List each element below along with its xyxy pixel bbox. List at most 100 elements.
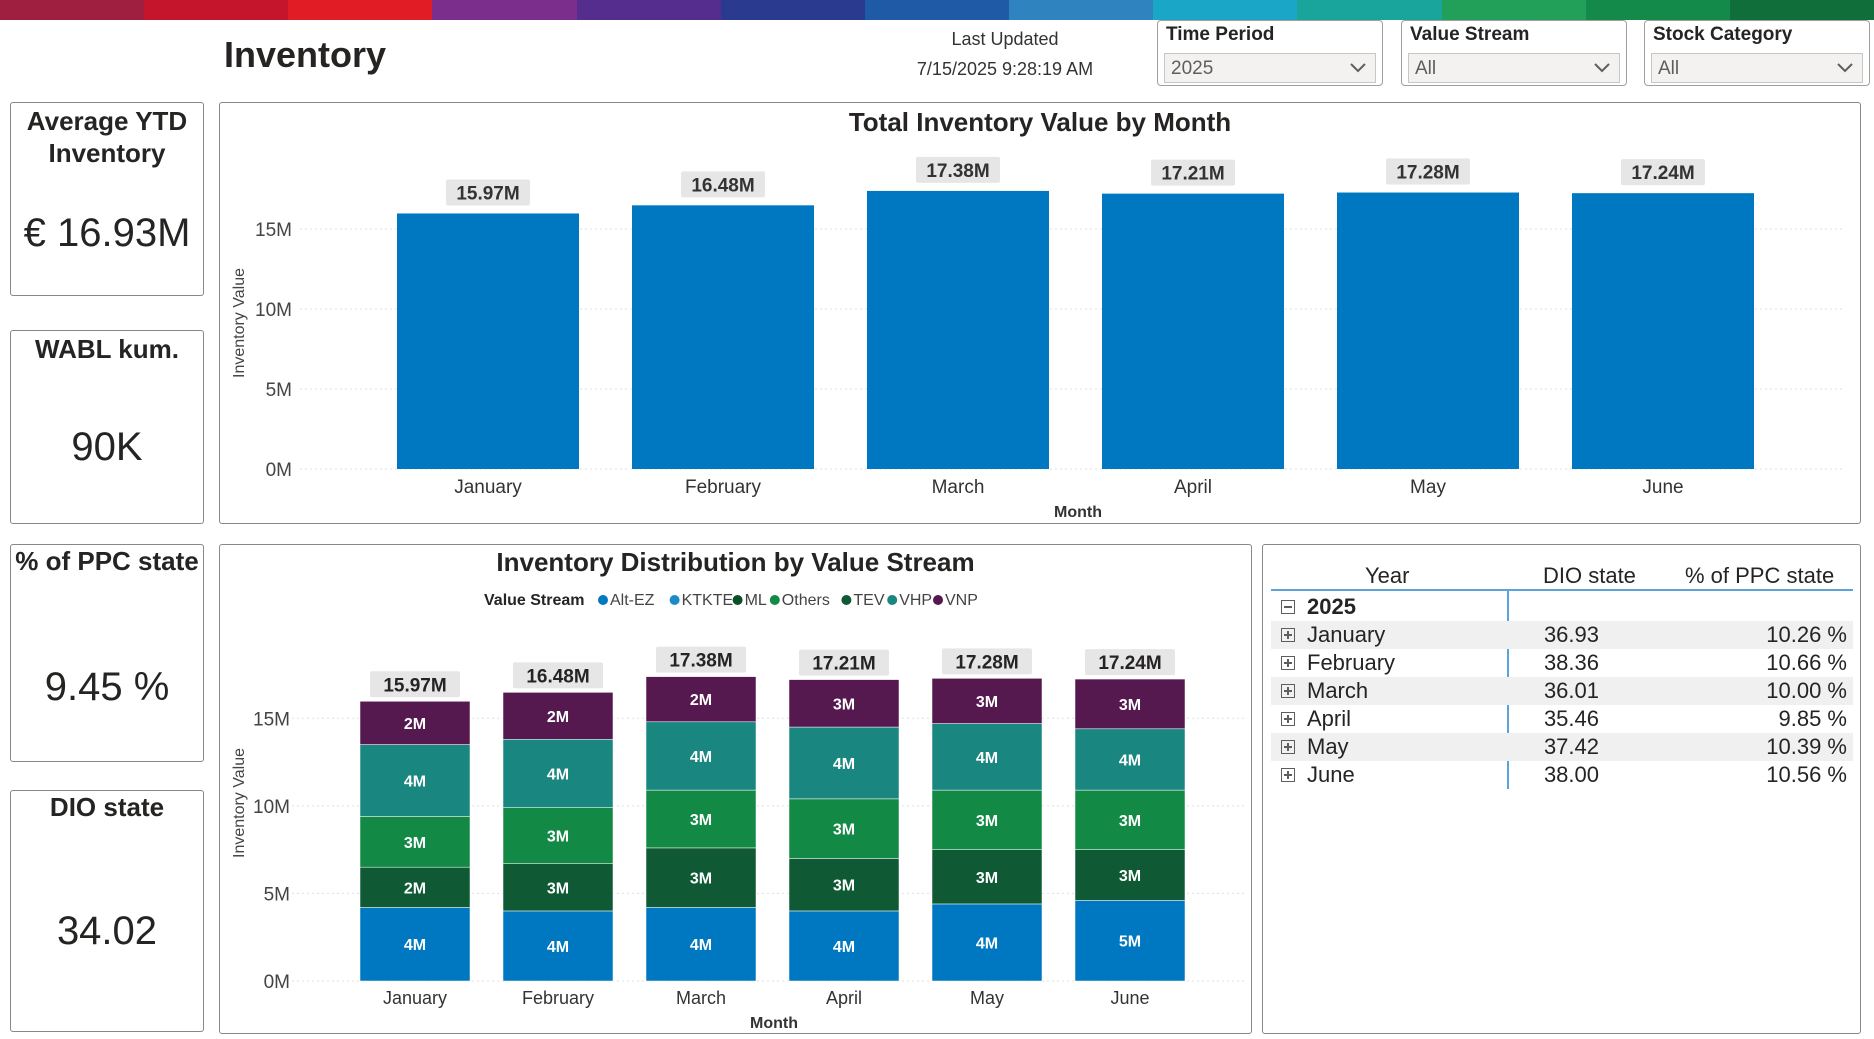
ppc-value: 10.66 %	[1766, 650, 1847, 675]
month-label: April	[1307, 706, 1352, 731]
matrix-dio-ppc[interactable]: Year DIO state % of PPC state 2025 Janua…	[1262, 544, 1861, 1034]
segment-label: 3M	[1119, 813, 1141, 830]
brand-bar-segment	[432, 0, 577, 20]
legend-marker	[933, 595, 943, 605]
slicer-value-stream[interactable]: Value Stream All	[1401, 20, 1627, 86]
brand-bar-segment	[1585, 0, 1730, 20]
segment-label: 3M	[547, 829, 569, 846]
kpi-card-ppc-state[interactable]: % of PPC state 9.45 %	[10, 544, 204, 762]
x-tick-label: January	[454, 477, 522, 498]
kpi-value: 9.45 %	[44, 665, 170, 709]
total-label: 15.97M	[383, 675, 446, 696]
bar-chart: 0M 5M 10M 15M Inventory Value 15.97M January 16…	[231, 156, 1845, 521]
chart-inventory-distribution-by-value-stream[interactable]: Inventory Distribution by Value Stream V…	[219, 544, 1252, 1034]
brand-bar-segment	[1441, 0, 1586, 20]
expand-icon[interactable]	[1281, 740, 1295, 754]
dio-value: 38.36	[1543, 650, 1599, 675]
legend-item: VNP	[945, 592, 978, 609]
kpi-value: 90K	[71, 425, 143, 469]
segment-label: 3M	[690, 812, 712, 829]
data-label: 15.97M	[456, 183, 519, 204]
x-tick-label: January	[383, 988, 447, 1008]
bar	[1102, 193, 1284, 469]
matrix-month-row[interactable]: March 36.01 10.00 %	[1271, 677, 1853, 705]
segment-label: 3M	[833, 878, 855, 895]
segment-label: 3M	[976, 813, 998, 830]
x-axis-label: Month	[750, 1015, 798, 1032]
matrix-year-row[interactable]: 2025	[1271, 593, 1853, 621]
month-label: February	[1307, 650, 1396, 675]
total-label: 17.28M	[955, 652, 1018, 673]
last-updated-label: Last Updated	[951, 29, 1059, 49]
bar	[1337, 192, 1519, 469]
column-header-dio-state[interactable]: DIO state	[1543, 563, 1636, 589]
brand-bar-segment	[0, 0, 145, 20]
slicer-dropdown[interactable]: All	[1651, 53, 1863, 83]
y-tick-label: 10M	[253, 797, 290, 818]
slicer-dropdown[interactable]: 2025	[1164, 53, 1376, 83]
slicer-stock-category[interactable]: Stock Category All	[1644, 20, 1870, 86]
legend-item: Alt-EZ	[610, 592, 655, 609]
x-tick-label: February	[522, 988, 594, 1008]
segment-label: 3M	[833, 822, 855, 839]
kpi-card-average-ytd-inventory[interactable]: Average YTD Inventory € 16.93M	[10, 102, 204, 296]
dio-value: 37.42	[1543, 734, 1599, 759]
data-label: 17.28M	[1396, 163, 1459, 184]
legend-marker	[598, 595, 608, 605]
matrix-month-row[interactable]: June 38.00 10.56 %	[1271, 761, 1853, 789]
chevron-down-icon	[1594, 63, 1610, 73]
collapse-icon[interactable]	[1281, 600, 1295, 614]
segment-label: 4M	[404, 937, 426, 954]
legend-item: TEV	[853, 592, 884, 609]
legend-marker	[669, 595, 680, 605]
slicer-value: All	[1415, 58, 1437, 79]
segment-label: 3M	[976, 694, 998, 711]
legend-marker	[841, 595, 852, 605]
page-title: Inventory	[224, 34, 387, 75]
segment-label: 3M	[1119, 697, 1141, 714]
x-tick-label: March	[932, 477, 985, 498]
matrix-month-row[interactable]: January 36.93 10.26 %	[1271, 621, 1853, 649]
chart-total-inventory-by-month[interactable]: Total Inventory Value by Month 0M 5M 10M 15…	[219, 102, 1861, 524]
legend-marker	[769, 595, 780, 605]
bar	[1572, 193, 1754, 469]
legend-item: VHP	[899, 592, 932, 609]
ppc-value: 10.56 %	[1766, 762, 1847, 787]
x-tick-label: May	[970, 988, 1004, 1008]
x-axis-label: Month	[1054, 504, 1102, 521]
y-tick-label: 5M	[264, 884, 290, 905]
slicer-dropdown[interactable]: All	[1408, 53, 1620, 83]
expand-icon[interactable]	[1281, 656, 1295, 670]
column-header-year[interactable]: Year	[1365, 563, 1409, 589]
month-label: May	[1307, 734, 1349, 759]
kpi-card-dio-state[interactable]: DIO state 34.02	[10, 790, 204, 1032]
matrix-month-row[interactable]: April 35.46 9.85 %	[1271, 705, 1853, 733]
column-header-ppc-state[interactable]: % of PPC state	[1685, 563, 1834, 589]
chevron-down-icon	[1350, 63, 1366, 73]
last-updated: Last Updated 7/15/2025 9:28:19 AM	[900, 24, 1110, 84]
segment-label: 3M	[547, 880, 569, 897]
expand-icon[interactable]	[1281, 684, 1295, 698]
segment-label: 2M	[547, 709, 569, 726]
expand-icon[interactable]	[1281, 768, 1295, 782]
dio-value: 38.00	[1543, 762, 1599, 787]
x-tick-label: June	[1110, 988, 1149, 1008]
matrix-month-row[interactable]: February 38.36 10.66 %	[1271, 649, 1853, 677]
data-label: 17.24M	[1631, 163, 1694, 184]
matrix-month-row[interactable]: May 37.42 10.39 %	[1271, 733, 1853, 761]
total-label: 17.24M	[1098, 653, 1161, 674]
x-tick-label: June	[1642, 477, 1683, 498]
expand-icon[interactable]	[1281, 628, 1295, 642]
slicer-time-period[interactable]: Time Period 2025	[1157, 20, 1383, 86]
kpi-card-wabl-kum[interactable]: WABL kum. 90K	[10, 330, 204, 524]
legend-item: KTKTE	[682, 592, 734, 609]
ppc-value: 10.26 %	[1766, 622, 1847, 647]
dio-value: 36.93	[1543, 622, 1599, 647]
expand-icon[interactable]	[1281, 712, 1295, 726]
bar	[397, 213, 579, 469]
segment-label: 4M	[404, 773, 426, 790]
segment-label: 4M	[547, 939, 569, 956]
dio-value: 36.01	[1543, 678, 1599, 703]
brand-bar-segment	[720, 0, 865, 20]
segment-label: 4M	[547, 766, 569, 783]
